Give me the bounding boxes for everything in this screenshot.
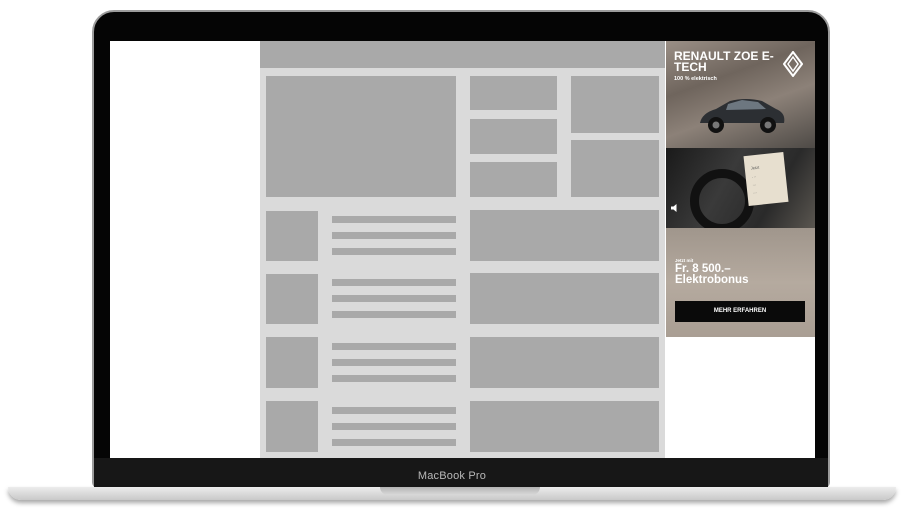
- list-thumbnail-placeholder: [266, 401, 318, 452]
- list-image-placeholder: [470, 401, 659, 452]
- ad-car-photo: RENAULT ZOE E-TECH 100 % elektrisch: [666, 41, 815, 148]
- list-thumbnail-placeholder: [266, 211, 318, 261]
- ad-steering-wheel-photo: Jetzt . .. ... ...: [666, 148, 815, 233]
- ad-offer-text: Fr. 8 500.– Elektrobonus: [675, 263, 749, 286]
- ad-subline: 100 % elektrisch: [674, 76, 717, 82]
- handwritten-note: Jetzt . .. ... ...: [743, 152, 789, 206]
- text-line-placeholder: [332, 375, 456, 382]
- list-image-placeholder: [470, 273, 659, 324]
- text-line-placeholder: [332, 216, 456, 223]
- ad-headline: RENAULT ZOE E-TECH: [674, 49, 774, 74]
- list-image-placeholder: [470, 337, 659, 388]
- renault-ad-banner[interactable]: RENAULT ZOE E-TECH 100 % elektrisch Jetz…: [666, 41, 815, 337]
- webpage-wireframe: [260, 41, 665, 458]
- text-line-placeholder: [332, 343, 456, 350]
- page-header-placeholder: [260, 41, 665, 68]
- text-line-placeholder: [332, 232, 456, 239]
- text-line-placeholder: [332, 248, 456, 255]
- tile-placeholder: [470, 119, 557, 154]
- laptop-brand-label: MacBook Pro: [417, 470, 487, 482]
- text-line-placeholder: [332, 279, 456, 286]
- steering-wheel-icon: [690, 169, 754, 233]
- list-thumbnail-placeholder: [266, 274, 318, 324]
- list-image-placeholder: [470, 210, 659, 261]
- laptop-screen: RENAULT ZOE E-TECH 100 % elektrisch Jetz…: [110, 41, 815, 458]
- list-thumbnail-placeholder: [266, 337, 318, 388]
- hero-image-placeholder: [266, 76, 456, 197]
- speaker-icon[interactable]: [670, 203, 680, 213]
- tile-placeholder: [470, 76, 557, 110]
- tile-placeholder: [470, 162, 557, 197]
- laptop-opening-notch: [380, 487, 540, 495]
- car-icon: [700, 99, 785, 133]
- text-line-placeholder: [332, 311, 456, 318]
- mehr-erfahren-button[interactable]: MEHR ERFAHREN: [675, 301, 805, 322]
- text-line-placeholder: [332, 439, 456, 446]
- text-line-placeholder: [332, 295, 456, 302]
- tile-placeholder: [571, 140, 659, 197]
- text-line-placeholder: [332, 423, 456, 430]
- tile-placeholder: [571, 76, 659, 133]
- text-line-placeholder: [332, 407, 456, 414]
- renault-logo-icon: [783, 51, 803, 77]
- text-line-placeholder: [332, 359, 456, 366]
